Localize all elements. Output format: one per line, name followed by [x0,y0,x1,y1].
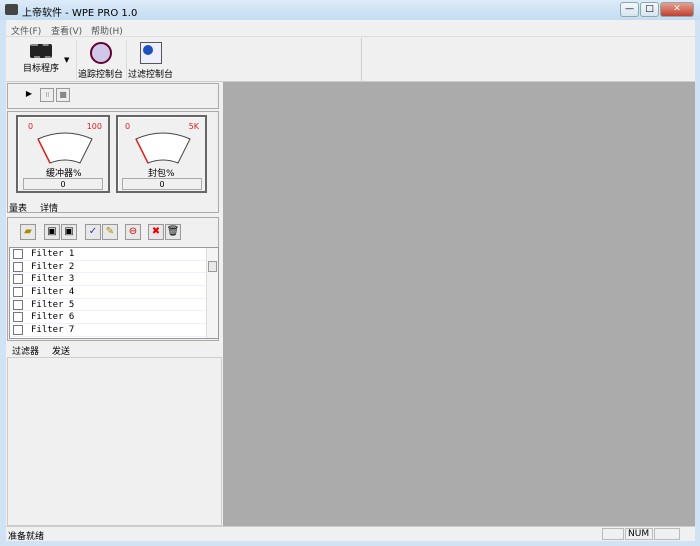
filter-name: Filter 1 [31,248,75,259]
play-button[interactable]: ▶ [22,88,36,102]
filter-console-label: 过滤控制台 [127,70,173,80]
checkbox[interactable] [13,274,23,285]
toolbar-separator [361,38,362,82]
menu-help[interactable]: 帮助(H) [91,24,123,37]
minimize-button[interactable]: — [620,2,639,17]
list-item[interactable]: Filter 5 [10,299,218,312]
close-button[interactable]: ✕ [660,2,694,17]
scroll-thumb[interactable] [208,261,217,272]
target-program-label: 目标程序 [22,64,59,74]
check-icon[interactable]: ✓ [85,224,101,240]
save-as-icon[interactable]: ▣ [61,224,77,240]
buffer-gauge: 0 100 缓冲器% 0 [16,115,110,193]
menu-view[interactable]: 查看(V) [51,24,82,37]
stop-button[interactable]: ■ [56,88,70,102]
list-item[interactable]: Filter 6 [10,311,218,325]
trash-icon[interactable]: 🗑 [165,224,181,240]
open-folder-icon[interactable]: ▰ [20,224,36,240]
list-item[interactable]: Filter 7 [10,324,218,337]
stop-icon[interactable]: ⊖ [125,224,141,240]
app-icon [5,4,18,15]
status-cell [654,528,680,540]
checkbox[interactable] [13,261,23,272]
checkbox[interactable] [13,312,23,323]
edit-icon[interactable]: ✎ [102,224,118,240]
player-panel [7,83,219,109]
list-item[interactable]: Filter 4 [10,286,218,299]
delete-icon[interactable]: ✖ [148,224,164,240]
trace-console-button[interactable]: 追踪控制台 [76,40,124,80]
gauge-min: 0 [28,122,34,131]
tab-filters[interactable]: 过滤器 [12,344,39,357]
filter-console-button[interactable]: 过滤控制台 [126,40,174,80]
checkbox[interactable] [13,324,23,335]
lower-panel [7,357,222,526]
chip-icon [30,44,52,58]
filter-name: Filter 4 [31,286,75,297]
target-program-button[interactable]: 目标程序 [10,40,72,80]
gauge-dial [135,132,191,164]
filter-list: Filter 1 Filter 2 Filter 3 Filter 4 Filt… [9,247,219,339]
filter-name: Filter 3 [31,274,75,285]
tab-meters[interactable]: 量表 [9,201,27,214]
tab-send[interactable]: 发送 [52,344,70,357]
gauge-value: 0 [23,178,103,190]
trace-console-label: 追踪控制台 [77,70,123,80]
dropdown-arrow-icon[interactable]: ▼ [64,56,69,64]
save-icon[interactable]: ▣ [44,224,60,240]
gauge-min: 0 [125,122,131,131]
checkbox[interactable] [13,286,23,297]
gauge-dial [37,132,93,164]
list-item[interactable]: Filter 1 [10,248,218,261]
filter-name: Filter 2 [31,261,75,272]
checkbox[interactable] [13,248,23,259]
packet-gauge: 0 5K 封包% 0 [116,115,207,193]
list-scrollbar[interactable] [206,248,218,338]
filter-name: Filter 7 [31,324,75,335]
num-lock-indicator: NUM [625,528,653,540]
magnifier-icon [89,42,112,64]
status-cell [602,528,624,540]
list-item[interactable]: Filter 3 [10,273,218,287]
filter-edit-icon [139,42,162,64]
window-title: 上帝软件 - WPE PRO 1.0 [22,8,138,19]
status-bar [6,526,695,541]
filter-name: Filter 5 [31,299,75,310]
menu-file[interactable]: 文件(F) [11,24,41,37]
main-workspace [223,82,695,526]
tab-details[interactable]: 详情 [40,201,58,214]
pause-button[interactable]: ॥ [40,88,54,102]
status-text: 准备就绪 [8,532,45,542]
checkbox[interactable] [13,299,23,310]
maximize-button[interactable]: □ [640,2,659,17]
list-item[interactable]: Filter 2 [10,261,218,274]
gauge-value: 0 [122,178,202,190]
filter-name: Filter 6 [31,312,75,323]
